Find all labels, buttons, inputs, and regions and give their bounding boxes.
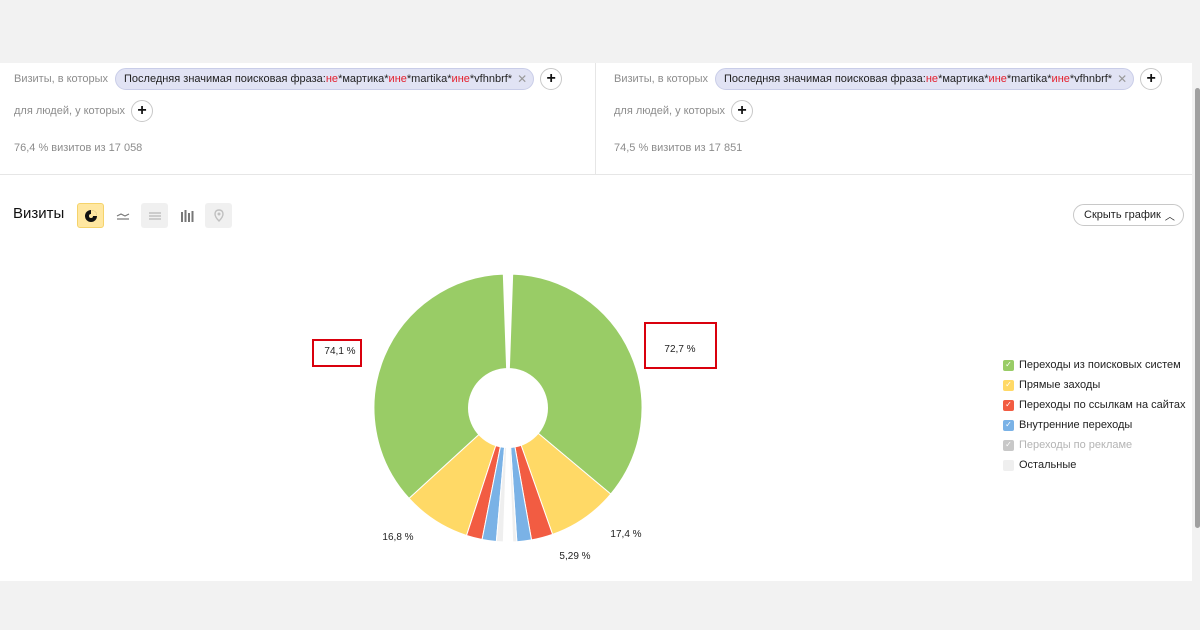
add-people-condition-button[interactable]: + (131, 100, 153, 122)
slice-data-label: 72,7 % (664, 344, 695, 355)
filter-term: *martika* (1006, 73, 1052, 85)
slice-data-label: 17,4 % (610, 529, 641, 540)
checkbox-icon (1003, 459, 1014, 471)
plus-icon: + (1146, 70, 1156, 87)
filter-term: *мартика* (338, 73, 389, 85)
filter-negation: не (325, 73, 339, 85)
segment-stat: 76,4 % визитов из 17 058 (14, 142, 143, 154)
search-phrase-filter-chip[interactable]: Последняя значимая поисковая фраза: не *… (115, 68, 535, 90)
filter-negation: не (457, 73, 470, 85)
pie-center-hole (468, 368, 548, 448)
legend-item[interactable]: ✓ Внутренние переходы (1003, 415, 1185, 435)
checkbox-icon: ✓ (1003, 439, 1014, 451)
filter-term: *vfhnbrf* (469, 73, 513, 85)
filter-term: *мартика* (938, 73, 989, 85)
pie-chart-icon (84, 209, 97, 222)
pie-chart-button[interactable] (77, 203, 104, 228)
plus-icon: + (737, 102, 747, 119)
hide-chart-button[interactable]: Скрыть график ︿ (1073, 204, 1184, 226)
slice-data-label: 16,8 % (382, 532, 413, 543)
map-button[interactable] (205, 203, 232, 228)
search-phrase-filter-chip[interactable]: Последняя значимая поисковая фраза: не *… (715, 68, 1135, 90)
people-label: для людей, у которых (14, 105, 125, 117)
legend-item[interactable]: ✓ Переходы из поисковых систем (1003, 355, 1185, 375)
filter-prefix: Последняя значимая поисковая фраза: (724, 73, 926, 85)
legend-label: Переходы по рекламе (1019, 439, 1133, 451)
legend-label: Переходы из поисковых систем (1019, 359, 1181, 371)
line-chart-icon (116, 212, 129, 220)
bar-chart-icon (180, 209, 193, 222)
chart-title: Визиты (13, 205, 65, 222)
checkbox-icon: ✓ (1003, 399, 1014, 411)
slice-data-label: 5,29 % (559, 551, 590, 562)
slice-data-label: 74,1 % (324, 346, 355, 357)
area-chart-button[interactable] (141, 203, 168, 228)
segment-left: Визиты, в которых Последняя значимая пои… (0, 63, 594, 174)
visits-filter-row: Визиты, в которых Последняя значимая пои… (614, 68, 1163, 90)
legend-label: Переходы по ссылкам на сайтах (1019, 399, 1186, 411)
filter-negation: не (994, 73, 1007, 85)
visits-label: Визиты, в которых (14, 73, 108, 85)
add-visit-condition-button[interactable]: + (1140, 68, 1163, 90)
map-icon (213, 208, 224, 222)
legend-label: Внутренние переходы (1019, 419, 1133, 431)
bar-chart-button[interactable] (173, 203, 200, 228)
segment-divider (0, 174, 1192, 175)
checkbox-icon: ✓ (1003, 379, 1014, 391)
legend-item[interactable]: ✓ Прямые заходы (1003, 375, 1185, 395)
checkbox-icon: ✓ (1003, 419, 1014, 431)
legend-item[interactable]: ✓ Переходы по ссылкам на сайтах (1003, 395, 1185, 415)
add-visit-condition-button[interactable]: + (540, 68, 563, 90)
checkbox-icon: ✓ (1003, 359, 1014, 371)
line-chart-button[interactable] (109, 203, 136, 228)
close-icon[interactable]: ✕ (517, 73, 527, 85)
plus-icon: + (546, 70, 556, 87)
filter-prefix: Последняя значимая поисковая фраза: (124, 73, 326, 85)
legend-item[interactable]: ✓ Переходы по рекламе (1003, 435, 1185, 455)
hide-chart-label: Скрыть график (1084, 209, 1161, 221)
people-filter-row: для людей, у которых + (614, 100, 753, 122)
chevron-up-icon: ︿ (1164, 211, 1175, 223)
close-icon[interactable]: ✕ (1117, 73, 1127, 85)
filter-term: *vfhnbrf* (1069, 73, 1113, 85)
people-filter-row: для людей, у которых + (14, 100, 153, 122)
visits-label: Визиты, в которых (614, 73, 708, 85)
filter-negation: не (925, 73, 939, 85)
people-label: для людей, у которых (614, 105, 725, 117)
plus-icon: + (137, 102, 147, 119)
legend-item[interactable]: Остальные (1003, 455, 1185, 475)
chart-legend: ✓ Переходы из поисковых систем ✓ Прямые зах… (1003, 355, 1185, 475)
filter-negation: не (394, 73, 407, 85)
legend-label: Прямые заходы (1019, 379, 1101, 391)
segment-right: Визиты, в которых Последняя значимая пои… (595, 63, 1192, 174)
add-people-condition-button[interactable]: + (731, 100, 753, 122)
segment-stat: 74,5 % визитов из 17 851 (614, 142, 743, 154)
area-chart-icon (148, 211, 161, 220)
filter-term: *martika* (406, 73, 452, 85)
filter-negation: не (1057, 73, 1070, 85)
visits-filter-row: Визиты, в которых Последняя значимая пои… (14, 68, 563, 90)
legend-label: Остальные (1019, 459, 1077, 471)
scrollbar-thumb[interactable] (1195, 88, 1200, 528)
